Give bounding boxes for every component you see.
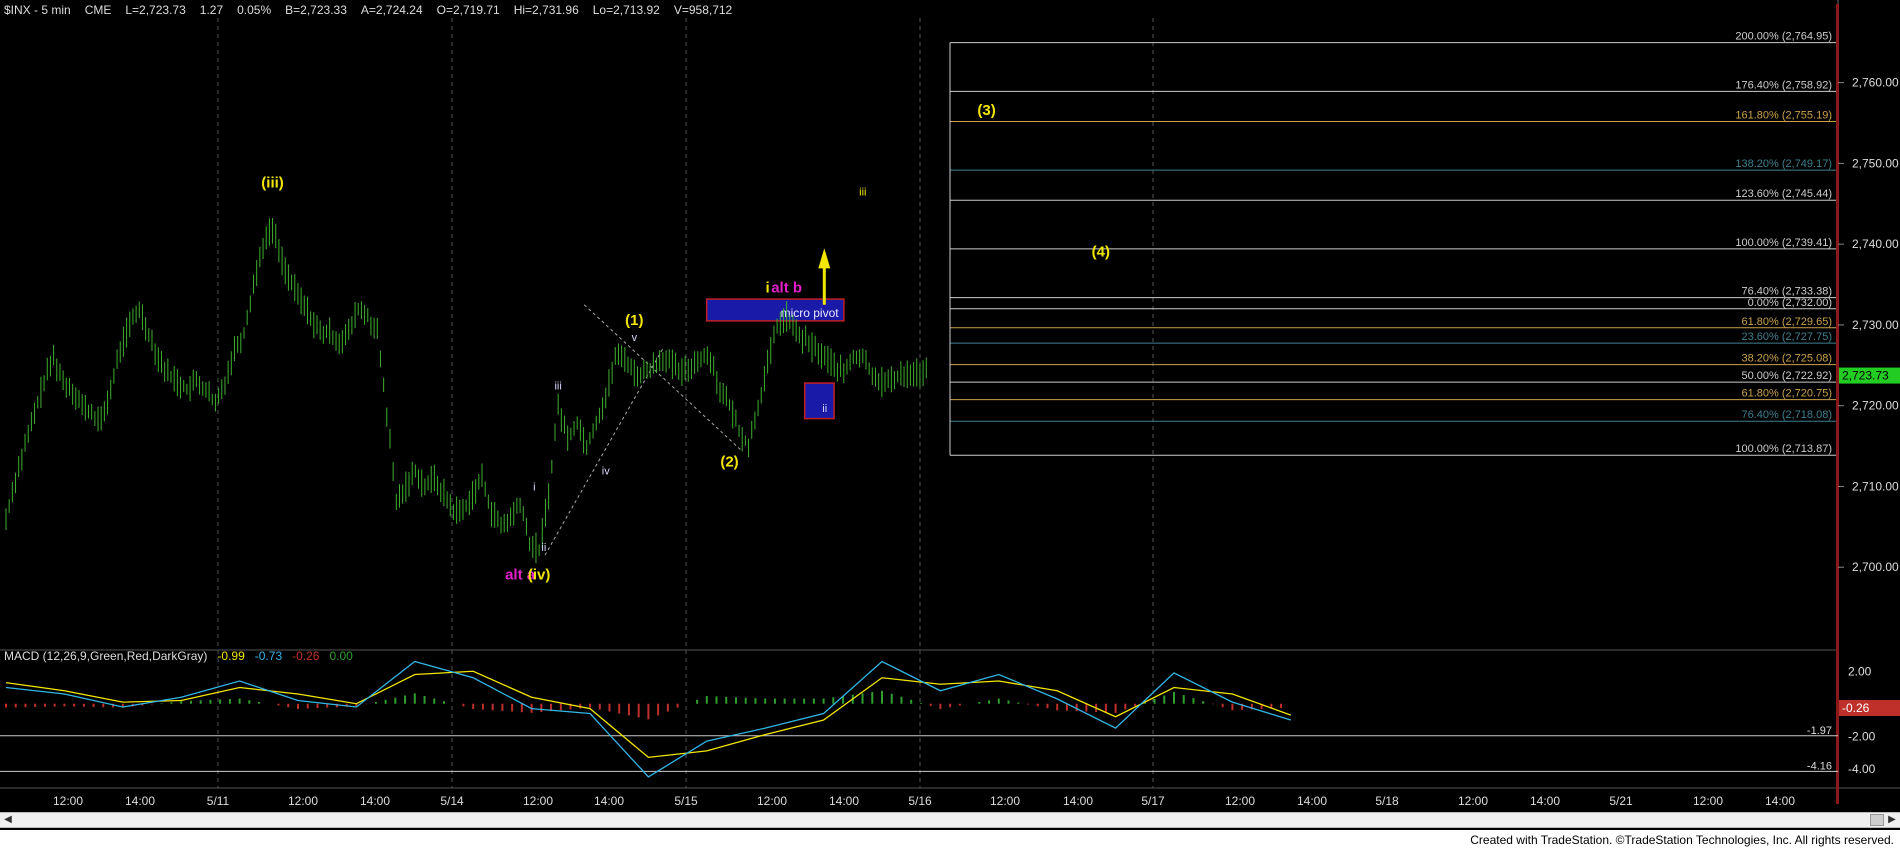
fib-level-label: 123.60% (2,745.44) [1735,188,1832,200]
y-tick-label: 2,750.00 [1852,156,1899,170]
wave-label: (4) [1092,243,1110,260]
x-tick-label: 12:00 [523,794,553,808]
macd-y-tick: -4.00 [1848,762,1876,776]
x-tick-label: 14:00 [1297,794,1327,808]
wave-label: (2) [720,453,738,470]
wave-label: v [632,332,638,344]
macd-value: -0.26 [292,649,320,663]
x-tick-label: 12:00 [757,794,787,808]
header-volume: V=958,712 [674,3,733,17]
x-tick-label: 12:00 [53,794,83,808]
header-change: 1.27 [200,3,224,17]
fib-level-label: 50.00% (2,722.92) [1741,370,1832,382]
trendline-up [544,348,664,556]
fib-level-label: 0.00% (2,732.00) [1748,297,1832,309]
macd-ref-label: -1.97 [1807,725,1832,737]
horizontal-scrollbar[interactable]: ◀ ▶ [0,812,1900,828]
scroll-left-icon[interactable]: ◀ [0,813,16,827]
wave-label: ii [541,542,546,554]
wave-label: (3) [977,102,995,119]
header-exchange: CME [85,3,112,17]
fib-level-label: 61.80% (2,729.65) [1741,316,1832,328]
wave-label: i [533,482,535,494]
x-tick-label: 5/18 [1375,794,1399,808]
y-tick-label: 2,740.00 [1852,237,1899,251]
wave-label: i [766,280,770,297]
wave-label: (1) [625,312,643,329]
macd-value: -0.73 [255,649,283,663]
fib-level-label: 161.80% (2,755.19) [1735,109,1832,121]
header-open: O=2,719.71 [437,3,500,17]
x-tick-label: 14:00 [829,794,859,808]
macd-ref-label: -4.16 [1807,760,1832,772]
footer-bar: Created with TradeStation. ©TradeStation… [0,830,1900,850]
macd-y-tick: -2.00 [1848,729,1876,743]
y-tick-label: 2,720.00 [1852,399,1899,413]
x-tick-label: 12:00 [288,794,318,808]
x-tick-label: 12:00 [1693,794,1723,808]
wave-label: iv [602,465,610,477]
price-chart[interactable]: 2,700.00 2,710.00 2,720.00 2,730.00 2,740.00… [0,0,1900,812]
wave-label: iii [554,381,561,393]
x-tick-label: 14:00 [1765,794,1795,808]
y-tick-label: 2,760.00 [1852,76,1899,90]
scroll-right-icon[interactable]: ▶ [1884,813,1900,827]
fib-level-label: 38.20% (2,725.08) [1741,353,1832,365]
header-low: Lo=2,713.92 [593,3,660,17]
x-tick-label: 12:00 [990,794,1020,808]
macd-value: 0.00 [329,649,353,663]
wave-label: ii [822,403,827,415]
header-bid: B=2,723.33 [285,3,347,17]
x-tick-label: 5/14 [440,794,464,808]
fib-level-label: 100.00% (2,713.87) [1735,443,1832,455]
y-tick-label: 2,710.00 [1852,479,1899,493]
macd-title: MACD (12,26,9,Green,Red,DarkGray) [4,649,207,663]
fib-level-label: 100.00% (2,739.41) [1735,237,1832,249]
header-change_pct: 0.05% [237,3,271,17]
x-tick-label: 5/11 [207,794,230,808]
up-arrow-icon [818,248,831,269]
macd-last-label: -0.26 [1842,701,1870,715]
right-edge-marker [1836,4,1839,804]
fib-level-label: 61.80% (2,720.75) [1741,388,1832,400]
x-tick-label: 5/21 [1609,794,1633,808]
fib-level-label: 200.00% (2,764.95) [1735,31,1832,43]
fib-level-label: 176.40% (2,758.92) [1735,79,1832,91]
x-tick-label: 14:00 [1063,794,1093,808]
header-ask: A=2,724.24 [361,3,423,17]
x-tick-label: 14:00 [360,794,390,808]
x-tick-label: 5/17 [1141,794,1165,808]
wave-label: (iii) [261,175,284,192]
fib-level-label: 76.40% (2,718.08) [1741,409,1832,421]
wave-label: iii [859,187,866,199]
x-tick-label: 5/15 [674,794,698,808]
x-tick-label: 12:00 [1225,794,1255,808]
x-tick-label: 14:00 [1530,794,1560,808]
macd-value: -0.99 [217,649,245,663]
footer-credit: Created with TradeStation. ©TradeStation… [1470,833,1894,847]
header-high: Hi=2,731.96 [514,3,579,17]
header-last: L=2,723.73 [125,3,186,17]
header-symbol: $INX - 5 min [4,3,71,17]
x-tick-label: 14:00 [594,794,624,808]
chart-root: 2,700.00 2,710.00 2,720.00 2,730.00 2,740.00… [0,0,1900,850]
fib-level-label: 138.20% (2,749.17) [1735,158,1832,170]
x-tick-label: 12:00 [1458,794,1488,808]
y-tick-label: 2,730.00 [1852,318,1899,332]
support-box [803,382,835,420]
macd-y-tick: 2.00 [1848,664,1872,678]
y-tick-label: 2,700.00 [1852,560,1899,574]
x-tick-label: 14:00 [125,794,155,808]
wave-label: (iv) [528,566,551,583]
x-tick-label: 5/16 [908,794,932,808]
wave-label: alt b [771,280,802,297]
last-price-label: 2,723.73 [1842,369,1889,383]
scroll-thumb[interactable] [1870,814,1884,826]
trendline-down [583,304,742,451]
fib-level-label: 23.60% (2,727.75) [1741,331,1832,343]
